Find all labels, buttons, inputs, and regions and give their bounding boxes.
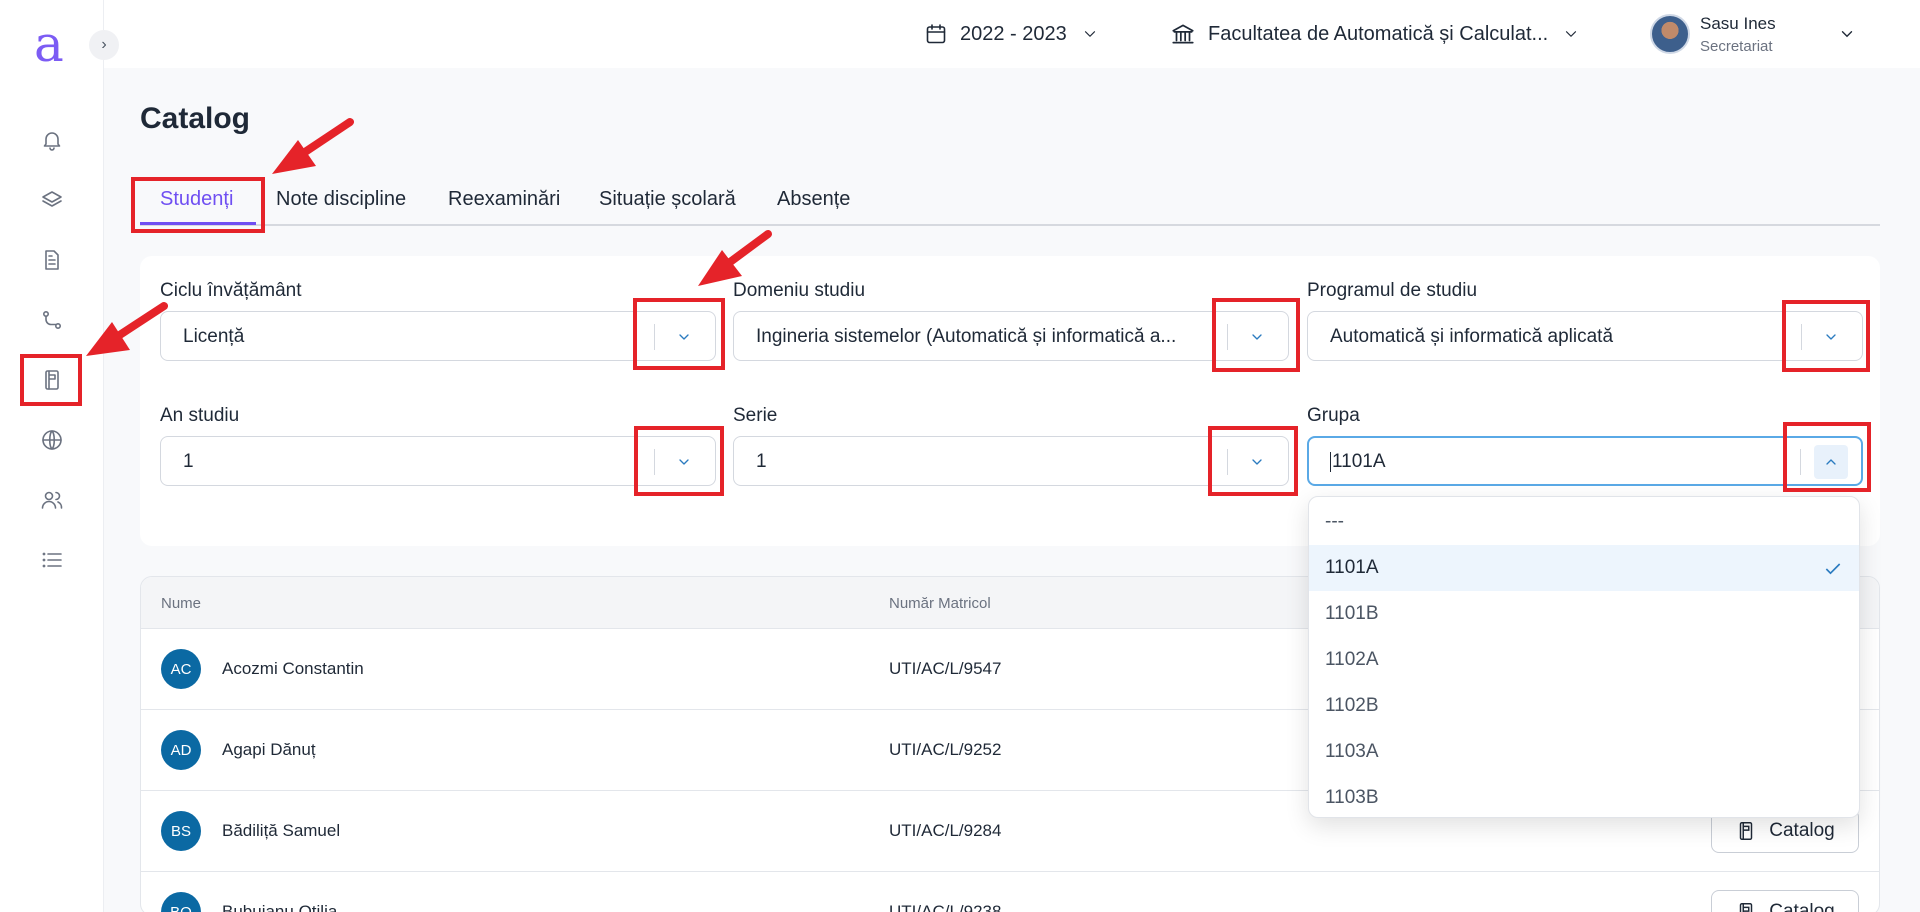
- annotation-arrow-ciclu: [698, 230, 772, 286]
- annotation-arrow-sidebar: [86, 302, 168, 356]
- annotation-arrow-tab: [272, 118, 354, 174]
- annotation-arrows: [86, 118, 772, 356]
